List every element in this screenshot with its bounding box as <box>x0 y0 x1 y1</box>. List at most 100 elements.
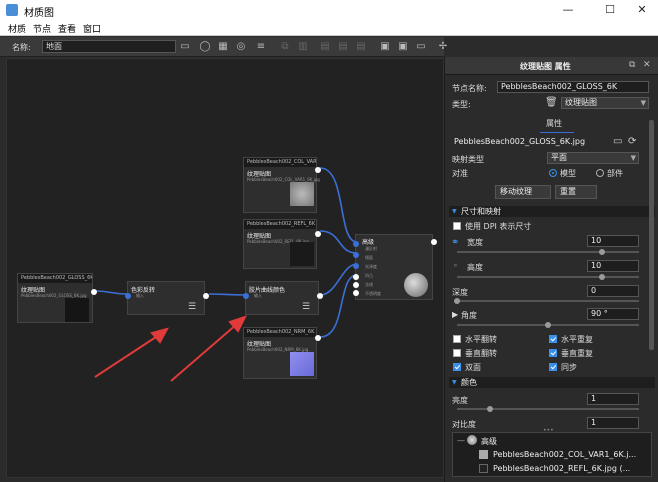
trash-icon[interactable]: 🗑 <box>545 97 558 108</box>
input-port[interactable] <box>125 293 131 299</box>
menu-material[interactable]: 材质 <box>8 22 26 35</box>
node-film-curve[interactable]: 胶片曲线颜色 输入 ☰ <box>243 281 323 315</box>
brightness-slider-knob[interactable] <box>487 406 493 412</box>
angle-expand-icon[interactable]: ▶ <box>452 310 458 319</box>
annotation-arrow-1-head <box>150 327 169 344</box>
section-color-title: 颜色 <box>461 378 477 387</box>
menu-node[interactable]: 节点 <box>33 22 51 35</box>
hflip-checkbox[interactable] <box>453 335 461 343</box>
section-color[interactable]: ▼ 颜色 <box>449 377 655 388</box>
tree-item[interactable]: PebblesBeach002_REFL_6K.jpg (... <box>493 464 630 473</box>
tree-root-label[interactable]: 高级 <box>481 436 497 447</box>
minimize-button[interactable]: — <box>554 1 582 19</box>
node-texture-gloss[interactable]: PebblesBeach002_GLOSS_6K 纹理贴图 PebblesBea… <box>17 273 97 323</box>
tree-collapse-icon[interactable]: — <box>457 436 465 445</box>
sync-checkbox[interactable] <box>549 363 557 371</box>
panel-icon[interactable]: ▭ <box>414 40 428 54</box>
wire-nrm-to-normal <box>319 274 358 338</box>
input-port-gloss[interactable] <box>353 263 359 269</box>
mapping-type-select[interactable]: 平面 ▼ <box>547 152 639 164</box>
pin-icon[interactable]: ✢ <box>436 40 450 54</box>
layout-icon[interactable]: ▣ <box>378 40 392 54</box>
panel-scrollbar[interactable] <box>649 120 654 350</box>
radio-part[interactable] <box>596 169 604 177</box>
save-icon[interactable]: ▭ <box>178 40 192 54</box>
float-icon[interactable]: ⧉ <box>629 60 635 70</box>
material-tree[interactable]: — 高级 PebblesBeach002_COL_VAR1_6K.j... Pe… <box>452 432 652 477</box>
vrepeat-checkbox[interactable] <box>549 349 557 357</box>
output-port[interactable] <box>203 293 209 299</box>
vflip-checkbox[interactable] <box>453 349 461 357</box>
node-texture-color[interactable]: PebblesBeach002_COL_VAR1_6K 纹理贴图 Pebbles… <box>243 157 321 213</box>
section-size-mapping[interactable]: ▼ 尺寸和映射 <box>449 206 655 217</box>
node-graph-canvas[interactable]: PebblesBeach002_GLOSS_6K 纹理贴图 PebblesBea… <box>6 58 444 478</box>
ungroup-icon[interactable]: ▤ <box>336 40 350 54</box>
sliders-icon[interactable]: ☰ <box>188 302 202 312</box>
vflip-label: 垂直翻转 <box>465 349 497 358</box>
reset-button[interactable]: 重置 <box>555 185 597 199</box>
refresh-icon[interactable]: ◎ <box>234 40 248 54</box>
mapping-type-label: 映射类型 <box>452 155 484 164</box>
depth-input[interactable]: 0 <box>587 285 639 297</box>
contrast-input[interactable]: 1 <box>587 417 639 429</box>
height-slider[interactable] <box>457 276 639 278</box>
height-slider-knob[interactable] <box>599 274 605 280</box>
depth-slider-knob[interactable] <box>454 298 460 304</box>
settings-icon[interactable]: ≡ <box>254 40 268 54</box>
output-port[interactable] <box>315 231 321 237</box>
close-button[interactable]: ✕ <box>628 1 656 19</box>
radio-model[interactable] <box>549 169 557 177</box>
node-texture-reflection[interactable]: PebblesBeach002_REFL_6K 纹理贴图 PebblesBeac… <box>243 219 321 269</box>
node-advanced-material[interactable]: 高级 漫反射 镜面 光泽度 凹凸 法线 不透明度 <box>353 234 437 300</box>
delete-icon[interactable]: ▥ <box>296 40 310 54</box>
menu-window[interactable]: 窗口 <box>83 22 101 35</box>
align-icon[interactable]: ▤ <box>354 40 368 54</box>
sliders-icon[interactable]: ☰ <box>302 302 316 312</box>
hrepeat-checkbox[interactable] <box>549 335 557 343</box>
brightness-slider[interactable] <box>457 408 639 410</box>
checker-icon[interactable]: ▦ <box>216 40 230 54</box>
output-port[interactable] <box>315 167 321 173</box>
frame-icon[interactable]: ▣ <box>396 40 410 54</box>
tree-item[interactable]: PebblesBeach002_COL_VAR1_6K.j... <box>493 450 636 459</box>
tab-properties[interactable]: 属性 <box>546 118 562 129</box>
output-port[interactable] <box>431 239 437 245</box>
properties-panel: 纹理贴图 属性 ⧉ ✕ 节点名称: PebblesBeach002_GLOSS_… <box>444 57 658 482</box>
type-select[interactable]: 纹理贴图 ▼ <box>561 97 649 109</box>
height-input[interactable]: 10 <box>587 260 639 272</box>
node-name-input[interactable]: PebblesBeach002_GLOSS_6K <box>497 81 649 93</box>
sphere-icon[interactable]: ◯ <box>198 40 212 54</box>
output-port[interactable] <box>315 335 321 341</box>
output-port[interactable] <box>91 289 97 295</box>
width-slider-knob[interactable] <box>599 249 605 255</box>
brightness-input[interactable]: 1 <box>587 393 639 405</box>
input-port-diffuse[interactable] <box>353 241 359 247</box>
input-port-bump[interactable] <box>353 274 359 280</box>
input-port-normal[interactable] <box>353 282 359 288</box>
material-name-input[interactable]: 地面 <box>42 40 176 53</box>
dpi-checkbox[interactable] <box>453 222 461 230</box>
unlink-icon[interactable]: ⚬ <box>452 261 459 270</box>
texture-file-field[interactable]: PebblesBeach002_GLOSS_6K.jpg <box>451 137 611 149</box>
reload-icon[interactable]: ⟳ <box>628 136 636 147</box>
node-invert[interactable]: 色彩反转 输入 ☰ <box>125 281 209 315</box>
move-texture-button[interactable]: 移动纹理 <box>495 185 551 199</box>
width-input[interactable]: 10 <box>587 235 639 247</box>
input-port-specular[interactable] <box>353 252 359 258</box>
menu-view[interactable]: 查看 <box>58 22 76 35</box>
double-sided-checkbox[interactable] <box>453 363 461 371</box>
input-port-opacity[interactable] <box>353 290 359 296</box>
maximize-button[interactable]: ☐ <box>596 1 624 19</box>
copy-icon[interactable]: ⧉ <box>278 40 292 54</box>
angle-input[interactable]: 90 ° <box>587 308 639 320</box>
width-slider[interactable] <box>457 251 639 253</box>
link-icon[interactable]: ⚭ <box>451 237 459 248</box>
input-port[interactable] <box>243 293 249 299</box>
angle-slider-knob[interactable] <box>545 322 551 328</box>
depth-slider[interactable] <box>457 300 639 302</box>
group-icon[interactable]: ▤ <box>318 40 332 54</box>
node-texture-normal[interactable]: PebblesBeach002_NRM_6K 纹理贴图 PebblesBeach… <box>243 327 321 379</box>
close-panel-icon[interactable]: ✕ <box>643 60 651 70</box>
folder-icon[interactable]: ▭ <box>613 136 622 147</box>
output-port[interactable] <box>317 293 323 299</box>
